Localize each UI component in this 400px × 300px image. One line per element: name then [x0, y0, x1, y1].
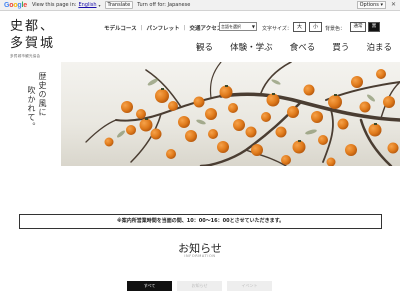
bg-normal-button[interactable]: 通常 [350, 22, 366, 32]
language-select-value: 言語を選択 [221, 24, 241, 29]
bg-black-button[interactable]: 黒 [368, 22, 380, 32]
top-nav: モデルコース | パンフレット | 交通アクセス [104, 24, 222, 32]
nav-eat[interactable]: 食べる [290, 41, 316, 53]
news-subtitle: INFORMATION [184, 254, 216, 258]
close-icon[interactable]: ✕ [391, 1, 396, 8]
main-nav: 観る 体験・学ぶ 食べる 買う 泊まる [196, 41, 392, 53]
translate-language-link[interactable]: English [78, 2, 96, 8]
google-logo: Google [4, 1, 27, 9]
top-nav-separator: | [140, 25, 143, 31]
logo-subtitle: 多賀城市観光協会 [10, 54, 41, 58]
turn-off-translate[interactable]: Turn off for: Japanese [137, 2, 190, 8]
nav-stay[interactable]: 泊まる [366, 41, 392, 53]
top-nav-separator: | [183, 25, 186, 31]
translate-button[interactable]: Translate [104, 1, 134, 9]
top-nav-pamphlet[interactable]: パンフレット [146, 24, 179, 32]
language-caret-icon[interactable]: ▾ [99, 3, 101, 8]
language-select[interactable]: 言語を選択 ▼ [219, 22, 257, 31]
font-small-button[interactable]: 小 [309, 22, 322, 32]
translate-options-button[interactable]: Options ▾ [356, 1, 386, 9]
translate-view-text: View this page in: [31, 2, 77, 8]
nav-see[interactable]: 観る [196, 41, 213, 53]
translate-bar: Google View this page in: English ▾ Tran… [0, 0, 400, 11]
font-large-button[interactable]: 大 [293, 22, 306, 32]
font-size-label: 文字サイズ： [262, 26, 292, 32]
nav-experience[interactable]: 体験・学ぶ [230, 41, 273, 53]
nav-buy[interactable]: 買う [332, 41, 349, 53]
persimmon-tree-photo [85, 62, 400, 166]
logo-line1: 史都、 [10, 19, 56, 34]
hero-image [61, 62, 400, 166]
site-logo[interactable]: 史都、 多賀城 多賀城市観光協会 [10, 18, 80, 59]
chevron-down-icon: ▼ [251, 24, 255, 29]
tagline-column-2: 吹かれて。 [27, 86, 36, 131]
bg-color-label: 背景色： [325, 26, 346, 32]
top-nav-model-course[interactable]: モデルコース [104, 24, 137, 32]
hero-tagline: 歴史の風に 吹かれて。 [26, 72, 48, 162]
business-hours-notice: ※案内所営業時間を当面の間、10：00～16：00とさせていただきます。 [19, 214, 382, 229]
tab-news[interactable]: お知らせ [177, 281, 222, 291]
top-nav-access[interactable]: 交通アクセス [189, 24, 222, 32]
tagline-column-1: 歴史の風に [38, 72, 47, 117]
tab-events[interactable]: イベント [227, 281, 272, 291]
tab-all[interactable]: すべて [127, 281, 172, 291]
logo-line2: 多賀城 [10, 36, 56, 51]
